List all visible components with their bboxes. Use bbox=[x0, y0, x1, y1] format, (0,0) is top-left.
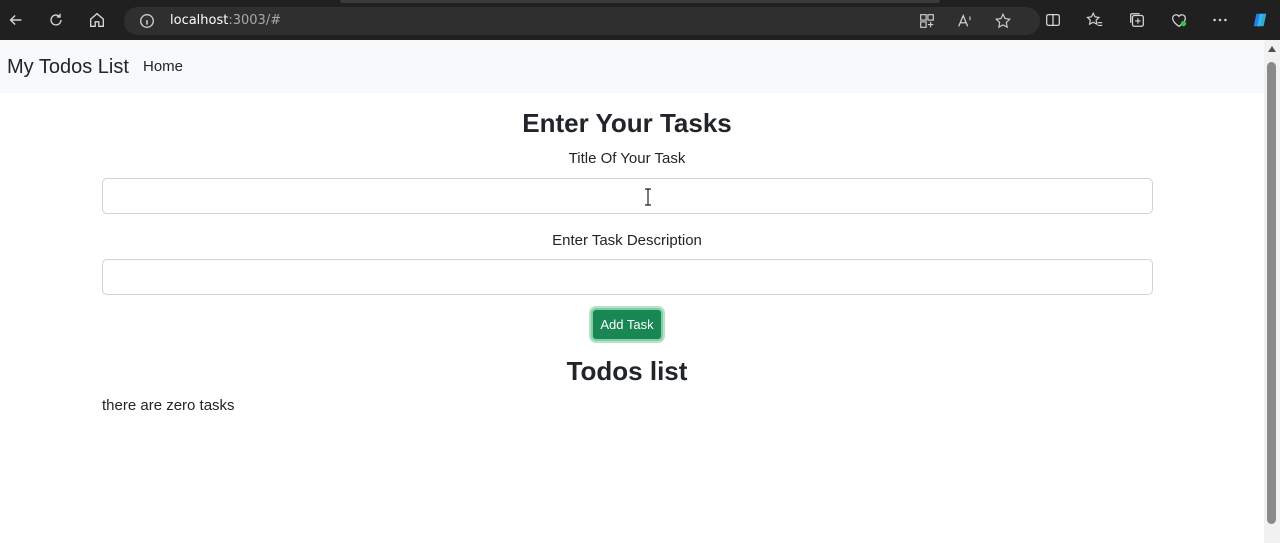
page-scrollbar[interactable] bbox=[1264, 40, 1280, 543]
navbar-brand[interactable]: My Todos List bbox=[7, 56, 129, 79]
browser-essentials-icon[interactable] bbox=[1167, 8, 1191, 32]
info-icon[interactable] bbox=[138, 12, 156, 30]
address-bar[interactable]: localhost:3003/# bbox=[124, 7, 1040, 35]
url-path: :3003/# bbox=[228, 13, 282, 28]
copilot-icon[interactable] bbox=[1248, 8, 1272, 32]
split-screen-icon[interactable] bbox=[1041, 8, 1065, 32]
read-aloud-icon[interactable] bbox=[956, 12, 974, 30]
task-title-label: Title Of Your Task bbox=[568, 150, 686, 167]
reload-icon[interactable] bbox=[44, 8, 68, 32]
task-description-label: Enter Task Description bbox=[552, 232, 702, 249]
text-cursor-icon bbox=[644, 188, 652, 206]
favorites-icon[interactable] bbox=[1083, 8, 1107, 32]
todos-heading: Todos list bbox=[566, 356, 688, 386]
apps-icon[interactable] bbox=[918, 12, 936, 30]
empty-todos-message: there are zero tasks bbox=[102, 397, 235, 414]
home-icon[interactable] bbox=[85, 8, 109, 32]
add-task-button[interactable]: Add Task bbox=[591, 308, 663, 341]
page-viewport: My Todos List Home Enter Your Tasks Titl… bbox=[0, 40, 1264, 543]
more-icon[interactable] bbox=[1208, 8, 1232, 32]
nav-link-home[interactable]: Home bbox=[143, 58, 183, 75]
tab-strip-edge bbox=[340, 0, 940, 3]
favorite-star-icon[interactable] bbox=[994, 12, 1012, 30]
scroll-up-arrow-icon[interactable] bbox=[1268, 46, 1276, 52]
collections-icon[interactable] bbox=[1125, 8, 1149, 32]
back-icon[interactable] bbox=[4, 8, 28, 32]
task-description-input[interactable] bbox=[102, 259, 1153, 295]
form-heading: Enter Your Tasks bbox=[522, 108, 732, 138]
browser-toolbar: localhost:3003/# bbox=[0, 0, 1280, 40]
task-title-input[interactable] bbox=[102, 178, 1153, 214]
url-host: localhost bbox=[170, 13, 229, 28]
navbar: My Todos List Home bbox=[0, 40, 1264, 93]
scrollbar-thumb[interactable] bbox=[1267, 62, 1276, 524]
url-text[interactable]: localhost:3003/# bbox=[170, 13, 281, 28]
